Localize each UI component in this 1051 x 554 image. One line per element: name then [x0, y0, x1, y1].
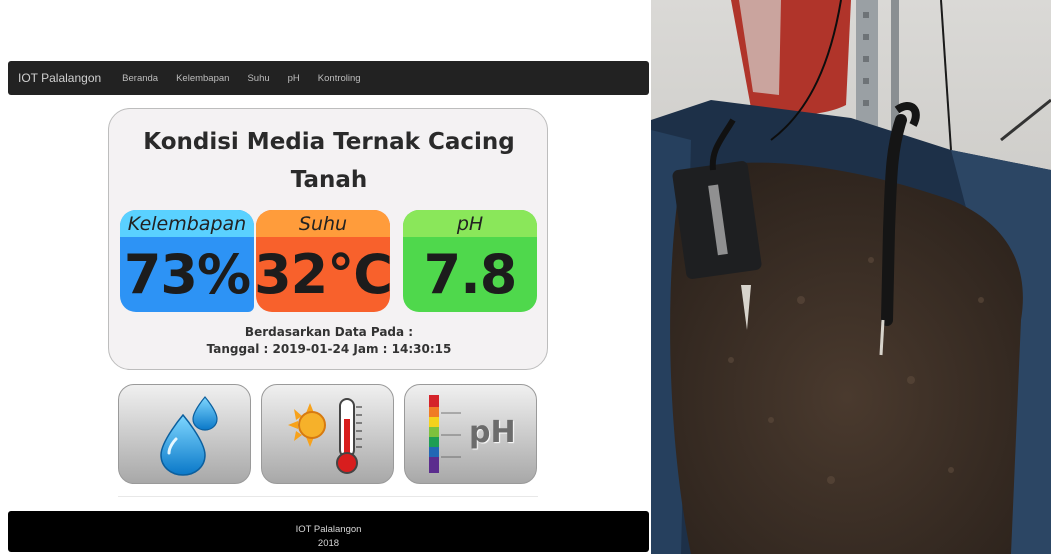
divider — [118, 496, 538, 497]
nav-item-beranda[interactable]: Beranda — [122, 73, 158, 84]
sun-thermometer-icon — [288, 398, 362, 474]
humidity-button[interactable] — [118, 384, 251, 484]
footer: IOT Palalangon 2018 — [8, 511, 649, 552]
ph-icon-text: pH — [469, 415, 516, 450]
nav-item-kelembapan[interactable]: Kelembapan — [176, 73, 229, 84]
footer-line1: IOT Palalangon — [295, 524, 362, 535]
water-drop-icon — [160, 396, 218, 476]
temperature-button[interactable] — [261, 384, 394, 484]
temperature-value: 32°C — [256, 243, 390, 306]
temperature-tile: Suhu 32°C — [256, 210, 390, 312]
status-card: Kondisi Media Ternak Cacing Tanah Kelemb… — [108, 108, 548, 370]
navbar: IOT Palalangon Beranda Kelembapan Suhu p… — [8, 61, 649, 95]
ph-label: pH — [403, 210, 537, 237]
nav-item-suhu[interactable]: Suhu — [247, 73, 269, 84]
ph-value: 7.8 — [423, 243, 518, 306]
temperature-label: Suhu — [256, 210, 390, 237]
info-caption: Berdasarkan Data Pada : — [244, 325, 414, 339]
web-app-screenshot: IOT Palalangon Beranda Kelembapan Suhu p… — [0, 0, 650, 554]
ph-tile: pH 7.8 — [403, 210, 537, 312]
brand-link[interactable]: IOT Palalangon — [18, 71, 101, 85]
nav-item-ph[interactable]: pH — [288, 73, 300, 84]
sensor-photo — [651, 0, 1051, 554]
info-timestamp: Tanggal : 2019-01-24 Jam : 14:30:15 — [206, 342, 452, 356]
humidity-tile: Kelembapan 73% — [120, 210, 254, 312]
card-title-line1: Kondisi Media Ternak Cacing — [143, 129, 515, 155]
humidity-label: Kelembapan — [120, 210, 254, 237]
ph-button[interactable]: pH — [404, 384, 537, 484]
humidity-value: 73% — [123, 243, 251, 306]
worm-bed-photo-image — [651, 0, 1051, 554]
card-title: Kondisi Media Ternak Cacing Tanah — [109, 123, 549, 199]
card-title-line2: Tanah — [290, 167, 368, 193]
footer-line2: 2018 — [317, 538, 340, 549]
nav-item-kontroling[interactable]: Kontroling — [318, 73, 361, 84]
